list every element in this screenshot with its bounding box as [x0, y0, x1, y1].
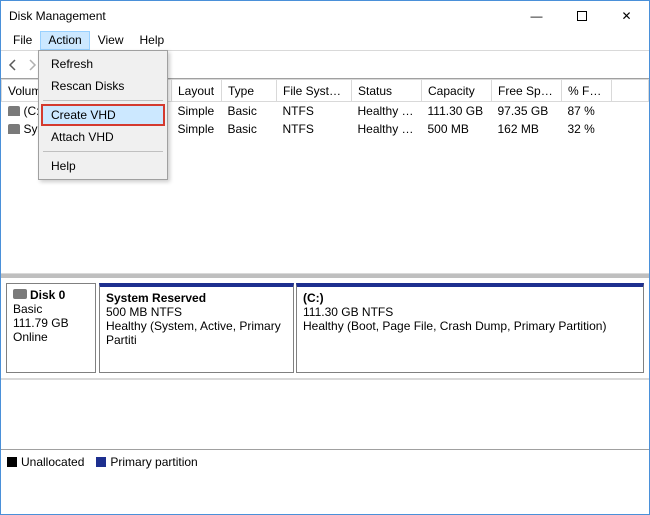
disk-management-window: Disk Management ― ✕ File Action View Hel… — [0, 0, 650, 515]
legend: Unallocated Primary partition — [1, 449, 649, 473]
disk-info[interactable]: Disk 0 Basic 111.79 GB Online — [6, 283, 96, 373]
menu-refresh[interactable]: Refresh — [41, 53, 165, 75]
cell-fs: NTFS — [277, 102, 352, 121]
swatch-unallocated-icon — [7, 457, 17, 467]
disk-icon — [13, 289, 27, 299]
menu-help-item[interactable]: Help — [41, 155, 165, 177]
legend-unallocated: Unallocated — [7, 455, 84, 469]
col-status[interactable]: Status — [352, 80, 422, 102]
disk-type: Basic — [13, 302, 89, 316]
menu-help[interactable]: Help — [132, 31, 173, 50]
partition-c[interactable]: (C:) 111.30 GB NTFS Healthy (Boot, Page … — [296, 283, 644, 373]
partition-system-reserved[interactable]: System Reserved 500 MB NTFS Healthy (Sys… — [99, 283, 294, 373]
disk-name: Disk 0 — [13, 288, 89, 302]
menu-rescan-disks[interactable]: Rescan Disks — [41, 75, 165, 97]
cell-status: Healthy (S... — [352, 120, 422, 138]
minimize-button[interactable]: ― — [514, 1, 559, 31]
disk-status: Online — [13, 330, 89, 344]
maximize-icon — [577, 11, 587, 21]
drive-icon — [8, 106, 20, 116]
partition-status: Healthy (Boot, Page File, Crash Dump, Pr… — [303, 319, 637, 333]
menu-attach-vhd[interactable]: Attach VHD — [41, 126, 165, 148]
dropdown-separator — [43, 151, 163, 152]
close-button[interactable]: ✕ — [604, 1, 649, 31]
minimize-icon: ― — [531, 9, 543, 23]
action-dropdown: Refresh Rescan Disks Create VHD Attach V… — [38, 50, 168, 180]
disk-size: 111.79 GB — [13, 316, 89, 330]
partition-size: 111.30 GB NTFS — [303, 305, 637, 319]
back-icon[interactable] — [5, 57, 21, 73]
swatch-primary-icon — [96, 457, 106, 467]
cell-capacity: 111.30 GB — [422, 102, 492, 121]
partition-title: (C:) — [303, 291, 637, 305]
window-title: Disk Management — [9, 9, 514, 23]
col-filesystem[interactable]: File System — [277, 80, 352, 102]
cell-free: 162 MB — [492, 120, 562, 138]
col-freespace[interactable]: Free Spa... — [492, 80, 562, 102]
col-pctfree[interactable]: % Free — [562, 80, 612, 102]
col-type[interactable]: Type — [222, 80, 277, 102]
cell-layout: Simple — [172, 102, 222, 121]
menu-file[interactable]: File — [5, 31, 40, 50]
legend-primary: Primary partition — [96, 455, 197, 469]
menu-action[interactable]: Action — [40, 31, 89, 50]
maximize-button[interactable] — [559, 1, 604, 31]
cell-capacity: 500 MB — [422, 120, 492, 138]
cell-fs: NTFS — [277, 120, 352, 138]
col-capacity[interactable]: Capacity — [422, 80, 492, 102]
menu-view[interactable]: View — [90, 31, 132, 50]
cell-type: Basic — [222, 120, 277, 138]
empty-pane — [1, 379, 649, 449]
partition-size: 500 MB NTFS — [106, 305, 287, 319]
disk-partitions: System Reserved 500 MB NTFS Healthy (Sys… — [99, 283, 644, 373]
dropdown-separator — [43, 100, 163, 101]
titlebar[interactable]: Disk Management ― ✕ — [1, 1, 649, 31]
partition-title: System Reserved — [106, 291, 287, 305]
disk-graphical-view: Disk 0 Basic 111.79 GB Online System Res… — [1, 274, 649, 379]
window-controls: ― ✕ — [514, 1, 649, 31]
cell-free: 97.35 GB — [492, 102, 562, 121]
cell-status: Healthy (B... — [352, 102, 422, 121]
cell-type: Basic — [222, 102, 277, 121]
cell-pct: 32 % — [562, 120, 612, 138]
menu-create-vhd[interactable]: Create VHD — [41, 104, 165, 126]
partition-status: Healthy (System, Active, Primary Partiti — [106, 319, 287, 347]
cell-pct: 87 % — [562, 102, 612, 121]
col-layout[interactable]: Layout — [172, 80, 222, 102]
drive-icon — [8, 124, 20, 134]
col-blank[interactable] — [612, 80, 649, 102]
close-icon: ✕ — [621, 9, 631, 23]
cell-layout: Simple — [172, 120, 222, 138]
menubar: File Action View Help Refresh Rescan Dis… — [1, 31, 649, 51]
